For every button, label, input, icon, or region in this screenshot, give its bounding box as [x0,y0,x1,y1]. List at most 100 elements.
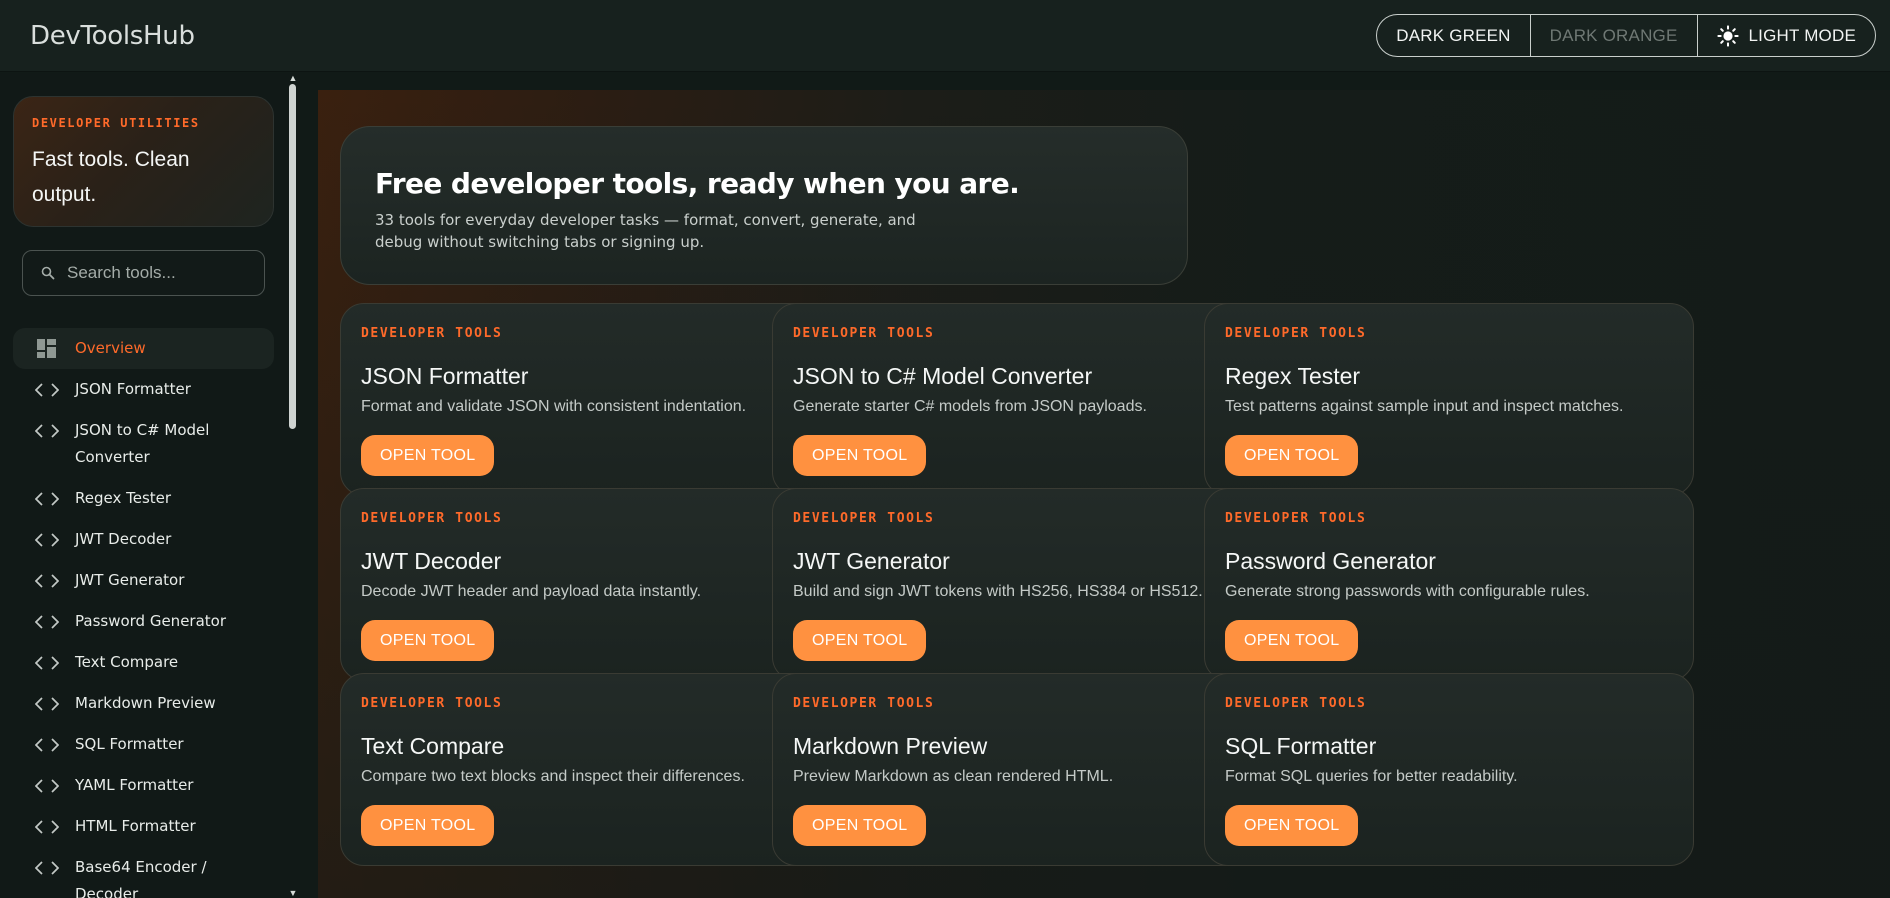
sidebar-item[interactable]: JSON to C# Model Converter [13,410,274,478]
sidebar-item[interactable]: JWT Generator [13,560,274,601]
sidebar-item-label: JSON to C# Model Converter [75,421,210,466]
card-description: Compare two text blocks and inspect thei… [361,768,745,785]
sun-icon [1716,24,1739,47]
theme-light-mode-button[interactable]: LIGHT MODE [1698,15,1875,56]
card-title: JSON to C# Model Converter [793,363,1093,389]
sidebar-item[interactable]: YAML Formatter [13,765,274,806]
sidebar-item-label: JSON Formatter [75,380,191,398]
tool-card: DEVELOPER TOOLS JSON to C# Model Converte… [772,303,1262,496]
tool-card: DEVELOPER TOOLS JWT Decoder Decode JWT hea… [340,488,830,681]
scroll-down-arrow-icon[interactable]: ▼ [288,888,298,898]
tool-card: DEVELOPER TOOLS Password Generator Generat… [1204,488,1694,681]
sidebar-item[interactable]: SQL Formatter [13,724,274,765]
sidebar-item-label: Password Generator [75,612,227,630]
tool-card: DEVELOPER TOOLS Text Compare Compare two t… [340,673,830,866]
card-description: Format SQL queries for better readabilit… [1225,768,1518,785]
light-mode-label: LIGHT MODE [1748,25,1856,45]
card-kicker: DEVELOPER TOOLS [361,326,503,341]
sidebar: DEVELOPER UTILITIES Fast tools. Clean ou… [0,73,300,898]
card-description: Generate starter C# models from JSON pay… [793,398,1147,415]
tool-card: DEVELOPER TOOLS Regex Tester Test patterns… [1204,303,1694,496]
sidebar-item-label: Text Compare [75,653,179,671]
sidebar-item[interactable]: Regex Tester [13,478,274,519]
card-title: Markdown Preview [793,733,988,759]
card-title: JWT Decoder [361,548,502,574]
code-icon [34,567,59,594]
scroll-up-arrow-icon[interactable]: ▲ [288,73,298,83]
code-icon [34,854,59,881]
code-icon [34,813,59,840]
hero-subtitle: 33 tools for everyday developer tasks — … [375,211,916,251]
tool-card: DEVELOPER TOOLS JSON Formatter Format and … [340,303,830,496]
sidebar-item[interactable]: HTML Formatter [13,806,274,847]
code-icon [34,731,59,758]
open-tool-button[interactable]: OPEN TOOL [361,805,495,846]
sidebar-item[interactable]: Base64 Encoder / Decoder [13,847,274,898]
brand-logo[interactable]: DevToolsHub [30,21,195,51]
card-kicker: DEVELOPER TOOLS [1225,326,1367,341]
open-tool-button[interactable]: OPEN TOOL [361,435,495,476]
card-description: Decode JWT header and payload data insta… [361,583,702,600]
theme-switcher: DARK GREEN DARK ORANGE LIGHT MODE [1376,14,1876,57]
theme-dark-orange-button[interactable]: DARK ORANGE [1531,15,1698,56]
open-tool-button[interactable]: OPEN TOOL [793,620,927,661]
card-kicker: DEVELOPER TOOLS [793,511,935,526]
promo-text: Fast tools. Clean output. [32,148,190,206]
tool-card: DEVELOPER TOOLS JWT Generator Build and si… [772,488,1262,681]
code-icon [34,526,59,553]
sidebar-item-label: Markdown Preview [75,694,216,712]
card-title: Password Generator [1225,548,1436,574]
code-icon [34,417,59,444]
card-title: JSON Formatter [361,363,529,389]
sidebar-item[interactable]: Password Generator [13,601,274,642]
code-icon [34,690,59,717]
tool-card: DEVELOPER TOOLS SQL Formatter Format SQL q… [1204,673,1694,866]
open-tool-button[interactable]: OPEN TOOL [793,435,927,476]
sidebar-item-label: Base64 Encoder / Decoder [75,858,207,898]
sidebar-nav: Overview JSON Formatter JSON to C# Model C… [13,328,274,898]
sidebar-item-label: SQL Formatter [75,735,184,753]
sidebar-item[interactable]: Markdown Preview [13,683,274,724]
open-tool-button[interactable]: OPEN TOOL [361,620,495,661]
sidebar-item-label: JWT Generator [75,571,185,589]
search-icon [41,266,55,280]
sidebar-item-label: Overview [75,339,146,357]
sidebar-scrollbar[interactable]: ▲ ▼ [288,73,298,898]
top-bar: DevToolsHub DARK GREEN DARK ORANGE LIGHT… [0,0,1890,72]
code-icon [34,649,59,676]
sidebar-item-label: Regex Tester [75,489,172,507]
card-description: Generate strong passwords with configura… [1225,583,1590,600]
card-description: Format and validate JSON with consistent… [361,398,747,415]
card-kicker: DEVELOPER TOOLS [793,696,935,711]
card-kicker: DEVELOPER TOOLS [1225,511,1367,526]
code-icon [34,608,59,635]
card-kicker: DEVELOPER TOOLS [1225,696,1367,711]
code-icon [34,772,59,799]
card-kicker: DEVELOPER TOOLS [361,511,503,526]
card-description: Preview Markdown as clean rendered HTML. [793,768,1114,785]
sidebar-item[interactable]: JSON Formatter [13,369,274,410]
sidebar-item[interactable]: Overview [13,328,274,369]
sidebar-item[interactable]: JWT Decoder [13,519,274,560]
promo-kicker: DEVELOPER UTILITIES [32,116,200,130]
card-title: SQL Formatter [1225,733,1377,759]
theme-dark-green-button[interactable]: DARK GREEN [1377,15,1531,56]
card-description: Test patterns against sample input and i… [1225,398,1624,415]
card-title: JWT Generator [793,548,950,574]
dashboard-icon [34,335,59,362]
main-content: Free developer tools, ready when you are… [318,90,1890,898]
search-input[interactable] [67,263,257,283]
sidebar-item-label: HTML Formatter [75,817,196,835]
tool-card: DEVELOPER TOOLS Markdown Preview Preview M… [772,673,1262,866]
sidebar-item[interactable]: Text Compare [13,642,274,683]
scroll-thumb[interactable] [289,84,296,429]
open-tool-button[interactable]: OPEN TOOL [1225,435,1359,476]
search-box[interactable] [22,250,265,296]
open-tool-button[interactable]: OPEN TOOL [793,805,927,846]
sidebar-item-label: JWT Decoder [75,530,172,548]
code-icon [34,485,59,512]
open-tool-button[interactable]: OPEN TOOL [1225,620,1359,661]
card-title: Text Compare [361,733,505,759]
open-tool-button[interactable]: OPEN TOOL [1225,805,1359,846]
sidebar-item-label: YAML Formatter [75,776,194,794]
